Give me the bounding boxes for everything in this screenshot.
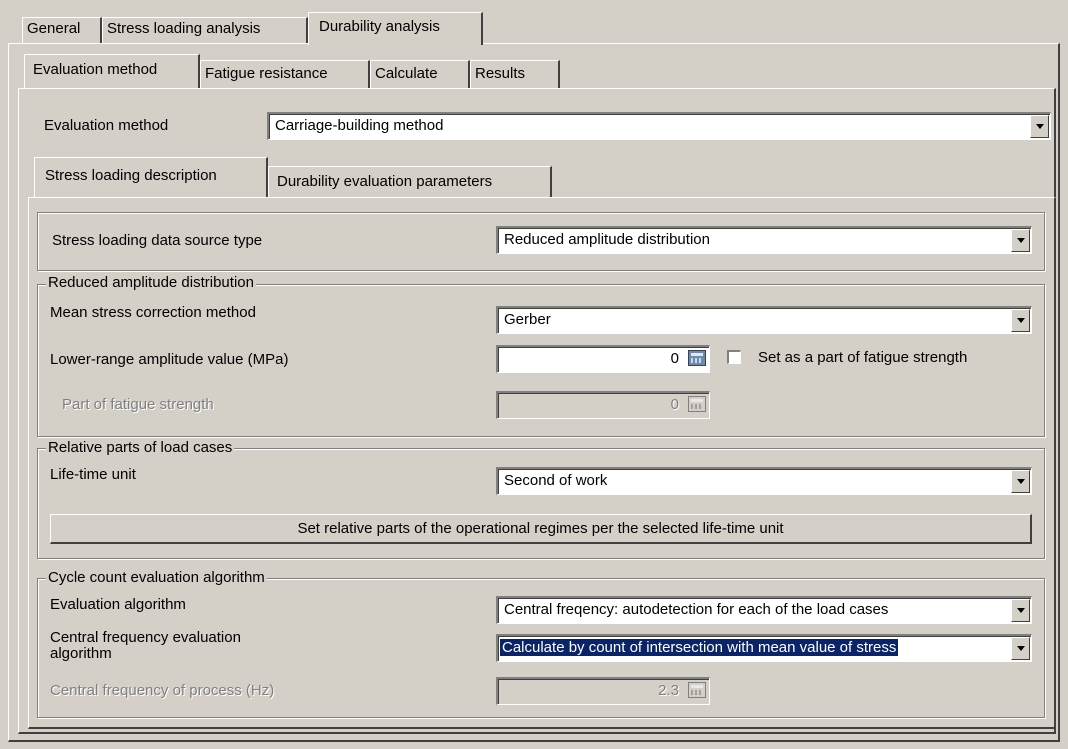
chevron-down-icon[interactable] (1030, 115, 1049, 138)
evaluation-algorithm-label: Evaluation algorithm (50, 596, 186, 613)
evaluation-method-select[interactable]: Carriage-building method (267, 112, 1051, 140)
evaluation-algorithm-select[interactable]: Central freqency: autodetection for each… (496, 596, 1032, 624)
calculator-icon (688, 396, 706, 412)
chevron-down-icon[interactable] (1011, 229, 1030, 252)
chevron-down-icon[interactable] (1011, 637, 1030, 660)
relative-parts-legend: Relative parts of load cases (46, 439, 235, 456)
central-frequency-algorithm-value: Calculate by count of intersection with … (500, 636, 899, 660)
central-frequency-algorithm-label-line1: Central frequency evaluation (50, 629, 241, 646)
lower-range-value: 0 (670, 350, 679, 367)
tab-label: Evaluation method (33, 61, 158, 78)
mean-stress-value: Gerber (504, 311, 551, 328)
evaluation-method-label: Evaluation method (44, 117, 169, 134)
tab-durability-evaluation-parameters[interactable]: Durability evaluation parameters (268, 166, 552, 197)
set-relative-parts-button[interactable]: Set relative parts of the operational re… (50, 514, 1032, 544)
part-fatigue-input: 0 (496, 391, 710, 419)
tab-stress-loading-analysis[interactable]: Stress loading analysis (102, 17, 308, 43)
source-type-value: Reduced amplitude distribution (504, 231, 710, 248)
tab-fatigue-resistance[interactable]: Fatigue resistance (200, 60, 370, 88)
central-frequency-process-label: Central frequency of process (Hz) (50, 682, 275, 699)
calculator-icon (688, 682, 706, 698)
central-frequency-process-input: 2.3 (496, 677, 710, 705)
fatigue-part-checkbox[interactable] (727, 350, 741, 364)
source-type-select[interactable]: Reduced amplitude distribution (496, 226, 1032, 254)
tab-calculate[interactable]: Calculate (370, 60, 470, 88)
life-time-unit-select[interactable]: Second of work (496, 467, 1032, 495)
central-frequency-process-value: 2.3 (658, 682, 679, 699)
tab-label: Calculate (375, 65, 438, 82)
central-frequency-algorithm-label-line2: algorithm (50, 645, 112, 662)
evaluation-algorithm-value: Central freqency: autodetection for each… (504, 601, 889, 618)
tab-label: Durability evaluation parameters (277, 173, 493, 190)
chevron-down-icon[interactable] (1011, 599, 1030, 622)
fatigue-part-checkbox-label: Set as a part of fatigue strength (758, 349, 968, 366)
mean-stress-select[interactable]: Gerber (496, 306, 1032, 334)
life-time-unit-label: Life-time unit (50, 466, 136, 483)
evaluation-method-value: Carriage-building method (275, 117, 444, 134)
lower-range-label: Lower-range amplitude value (MPa) (50, 351, 289, 368)
mean-stress-label: Mean stress correction method (50, 304, 256, 321)
cycle-count-legend: Cycle count evaluation algorithm (46, 569, 267, 586)
chevron-down-icon[interactable] (1011, 309, 1030, 332)
tab-label: General (27, 20, 81, 37)
tab-label: Stress loading analysis (107, 20, 261, 37)
tab-results[interactable]: Results (470, 60, 560, 88)
part-fatigue-label: Part of fatigue strength (62, 396, 214, 413)
reduced-amplitude-legend: Reduced amplitude distribution (46, 274, 256, 291)
lower-range-input[interactable]: 0 (496, 345, 710, 373)
tab-evaluation-method[interactable]: Evaluation method (24, 54, 200, 88)
tab-label: Stress loading description (45, 167, 217, 184)
tab-durability-analysis[interactable]: Durability analysis (308, 12, 483, 45)
tab-label: Durability analysis (319, 18, 440, 35)
tab-label: Results (475, 65, 526, 82)
source-type-label: Stress loading data source type (52, 232, 263, 249)
calculator-icon[interactable] (688, 350, 706, 366)
tab-stress-loading-description[interactable]: Stress loading description (34, 157, 268, 197)
chevron-down-icon[interactable] (1011, 470, 1030, 493)
central-frequency-algorithm-label: Central frequency evaluation algorithm (50, 630, 241, 662)
tab-general[interactable]: General (22, 17, 102, 43)
tab-label: Fatigue resistance (205, 65, 328, 82)
central-frequency-algorithm-select[interactable]: Calculate by count of intersection with … (496, 634, 1032, 662)
selected-text: Calculate by count of intersection with … (500, 639, 899, 656)
life-time-unit-value: Second of work (504, 472, 608, 489)
part-fatigue-value: 0 (670, 396, 679, 413)
